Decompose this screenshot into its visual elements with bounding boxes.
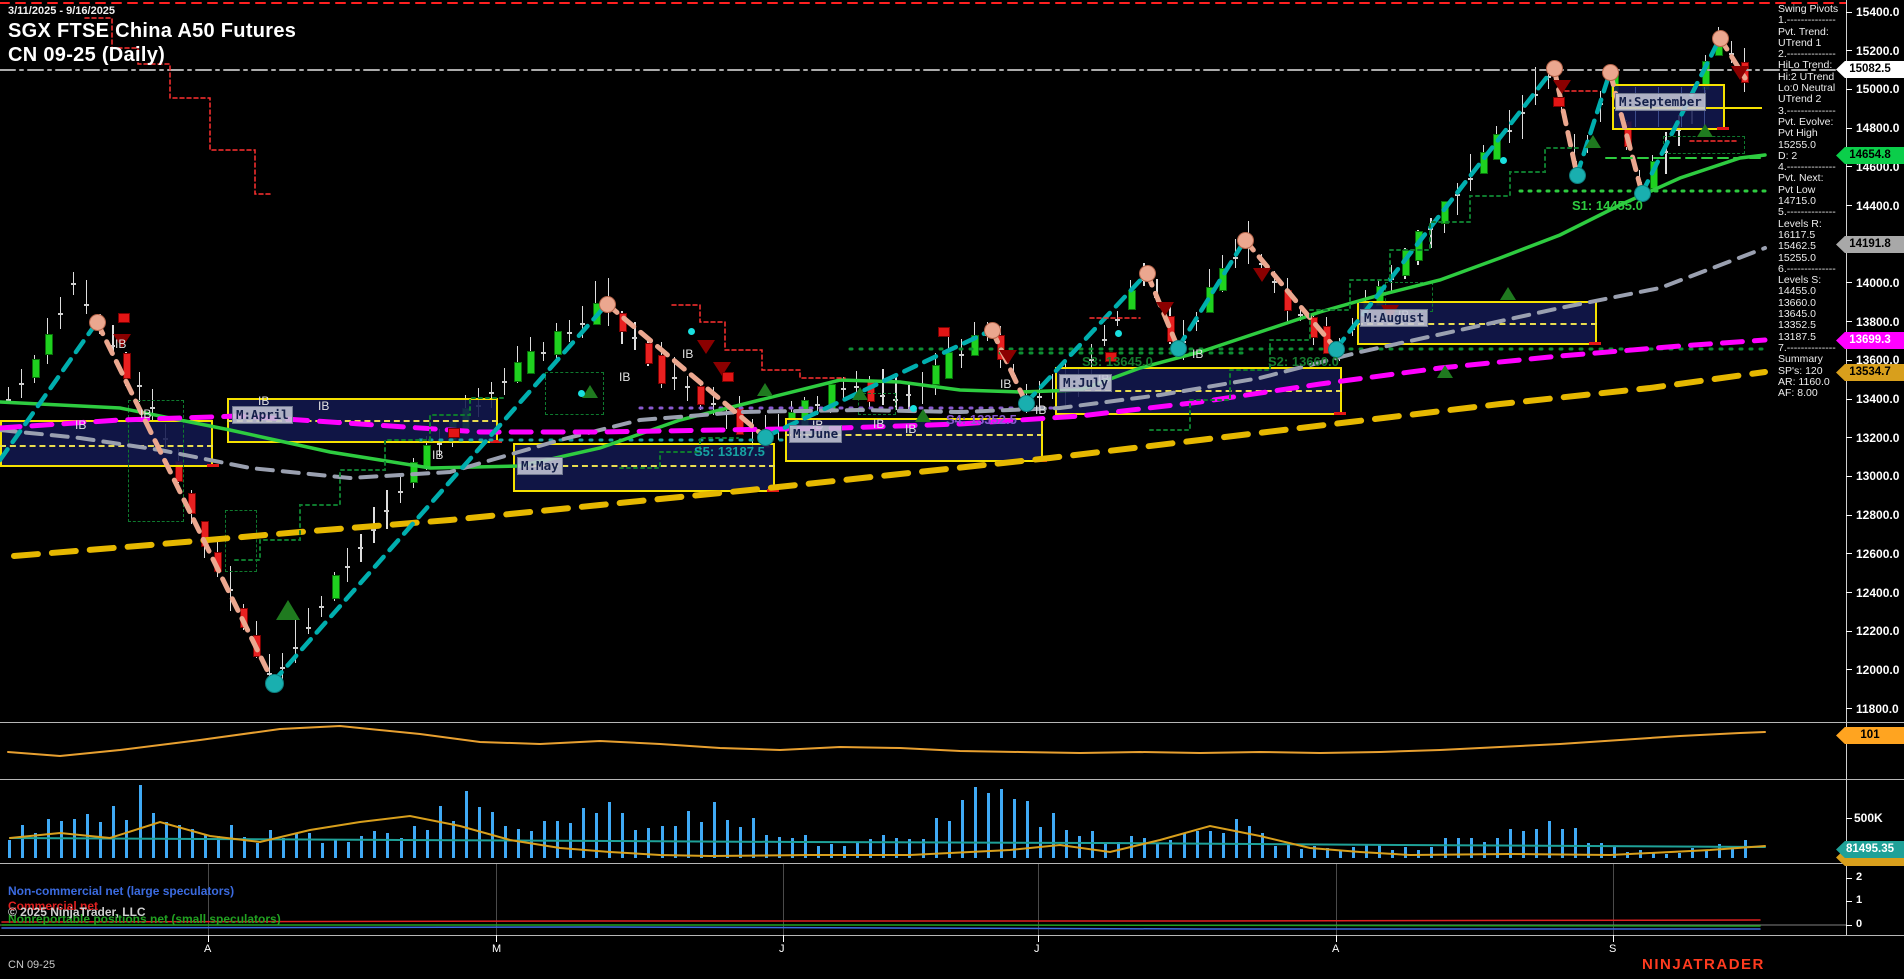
price-tick-mark: [1846, 12, 1852, 13]
price-tick-mark: [1846, 321, 1852, 322]
price-tick-label: 13800.0: [1856, 315, 1899, 329]
price-tick-label: 14000.0: [1856, 276, 1899, 290]
cot-net-tick-mark: [1846, 901, 1852, 902]
price-tick-label: 12000.0: [1856, 663, 1899, 677]
volume-ma-badge: 81495.35: [1836, 841, 1904, 858]
price-tick-mark: [1846, 515, 1852, 516]
chart-window: IBIBIBIBIBIBIBIBIBIBIBIBIBIBIBIBS1: 1445…: [0, 0, 1904, 979]
price-tick-label: 12200.0: [1856, 624, 1899, 638]
price-tick-mark: [1846, 128, 1852, 129]
price-tick-label: 14400.0: [1856, 199, 1899, 213]
price-tick-mark: [1846, 282, 1852, 283]
gray-ma-badge: 14191.8: [1836, 236, 1904, 253]
contract-label: CN 09-25: [8, 959, 55, 971]
price-tick-label: 15000.0: [1856, 82, 1899, 96]
time-tick-label: J: [1034, 943, 1040, 955]
price-tick-mark: [1846, 631, 1852, 632]
cot-index-badge: 101: [1836, 727, 1904, 744]
price-tick-mark: [1846, 166, 1852, 167]
last-price-badge: 15082.5: [1836, 61, 1904, 78]
time-tick-mark: [783, 935, 784, 942]
time-tick-label: A: [1332, 943, 1339, 955]
price-tick-mark: [1846, 592, 1852, 593]
price-tick-mark: [1846, 476, 1852, 477]
price-tick-mark: [1846, 437, 1852, 438]
price-tick-mark: [1846, 669, 1852, 670]
price-tick-label: 15200.0: [1856, 44, 1899, 58]
price-tick-mark: [1846, 50, 1852, 51]
copyright: © 2025 NinjaTrader, LLC: [8, 905, 146, 919]
price-tick-label: 13400.0: [1856, 392, 1899, 406]
cot-net-axis-label: 1: [1856, 894, 1862, 906]
gold-line-badge: 13534.7: [1836, 364, 1904, 381]
time-tick-mark: [1336, 935, 1337, 942]
cot-net-axis-label: 0: [1856, 918, 1862, 930]
price-tick-mark: [1846, 360, 1852, 361]
price-tick-label: 13000.0: [1856, 469, 1899, 483]
legend-entry: Non-commercial net (large speculators): [8, 884, 234, 898]
price-tick-mark: [1846, 399, 1852, 400]
price-tick-mark: [1846, 708, 1852, 709]
time-tick-mark: [1613, 935, 1614, 942]
time-tick-label: S: [1609, 943, 1616, 955]
green-ma-badge: 14654.8: [1836, 147, 1904, 164]
price-tick-label: 13200.0: [1856, 431, 1899, 445]
price-tick-mark: [1846, 205, 1852, 206]
price-tick-label: 12600.0: [1856, 547, 1899, 561]
price-tick-label: 11800.0: [1856, 702, 1899, 716]
volume-tick-mark: [1846, 818, 1852, 819]
price-tick-label: 12400.0: [1856, 586, 1899, 600]
price-tick-label: 14800.0: [1856, 121, 1899, 135]
price-tick-label: 12800.0: [1856, 508, 1899, 522]
ninjatrader-logo: NINJATRADER: [1642, 956, 1765, 973]
cot-legend: Non-commercial net (large speculators)Co…: [0, 0, 600, 979]
volume-axis-label: 500K: [1854, 811, 1883, 825]
time-tick-label: J: [779, 943, 785, 955]
magenta-ma-badge: 13699.3: [1836, 332, 1904, 349]
price-tick-mark: [1846, 89, 1852, 90]
price-tick-mark: [1846, 553, 1852, 554]
price-tick-label: 15400.0: [1856, 5, 1899, 19]
cot-net-tick-mark: [1846, 878, 1852, 879]
cot-net-tick-mark: [1846, 925, 1852, 926]
time-tick-mark: [1038, 935, 1039, 942]
cot-net-axis-label: 2: [1856, 871, 1862, 883]
